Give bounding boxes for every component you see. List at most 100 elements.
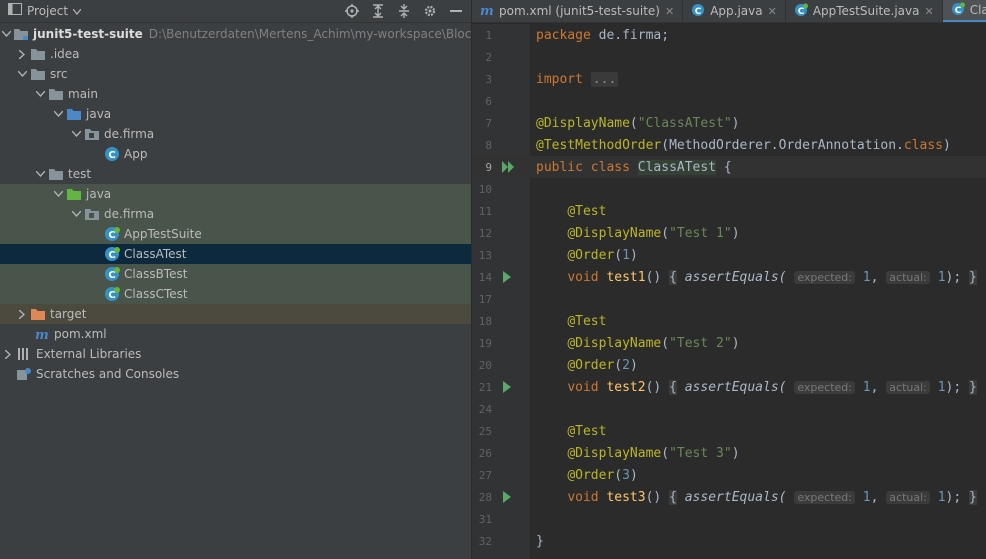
tab-apptestsuite-java[interactable]: C AppTestSuite.java ✕	[786, 0, 943, 22]
code-line: 12 @DisplayName("Test 1")	[472, 222, 986, 244]
tree-item-label: junit5-test-suite	[33, 27, 143, 41]
run-all-tests-icon[interactable]	[502, 161, 516, 177]
excluded-folder-icon	[30, 306, 46, 322]
chevron-down-icon[interactable]	[52, 188, 64, 200]
tree-item-pom[interactable]: m pom.xml	[0, 324, 471, 344]
code-line: 8 @TestMethodOrder(MethodOrderer.OrderAn…	[472, 134, 986, 156]
tree-item-test-java[interactable]: java	[0, 184, 471, 204]
code-editor[interactable]: 1 package de.firma; 2 3 import ... 6 7 @…	[472, 24, 986, 552]
tree-item-classbtest[interactable]: C ClassBTest	[0, 264, 471, 284]
code-line: 11 @Test	[472, 200, 986, 222]
line-number: 20	[478, 358, 492, 372]
editor-tabs: m pom.xml (junit5-test-suite) ✕ C App.ja…	[472, 0, 986, 23]
tree-item-label: target	[50, 307, 87, 321]
chevron-right-icon[interactable]	[16, 308, 28, 320]
line-number: 18	[478, 314, 492, 328]
collapse-all-icon[interactable]	[395, 2, 413, 20]
code-line: 1 package de.firma;	[472, 24, 986, 46]
code-line: 24	[472, 398, 986, 420]
line-number: 14	[478, 270, 492, 284]
code-line: 7 @DisplayName("ClassATest")	[472, 112, 986, 134]
tree-item-main-java[interactable]: java	[0, 104, 471, 124]
code-line-current: 9 public class ClassATest {	[472, 156, 986, 178]
code-line: 26 @DisplayName("Test 3")	[472, 442, 986, 464]
tree-item-label: test	[68, 167, 92, 181]
gear-icon[interactable]	[421, 2, 439, 20]
folded-imports[interactable]: ...	[590, 71, 619, 87]
line-number: 17	[478, 292, 492, 306]
tree-item-src[interactable]: src	[0, 64, 471, 84]
line-number: 26	[478, 446, 492, 460]
chevron-right-icon[interactable]	[16, 48, 28, 60]
tree-item-label: de.firma	[104, 127, 155, 141]
tree-item-project-root[interactable]: junit5-test-suite D:\Benutzerdaten\Merte…	[0, 24, 532, 44]
line-number: 21	[478, 380, 492, 394]
package-icon	[84, 206, 100, 222]
line-number: 3	[485, 72, 492, 86]
tab-pom-xml[interactable]: m pom.xml (junit5-test-suite) ✕	[472, 0, 684, 22]
project-icon	[8, 3, 22, 18]
expand-all-icon[interactable]	[369, 2, 387, 20]
code-line: 17	[472, 288, 986, 310]
run-test-icon[interactable]	[502, 271, 512, 287]
line-number: 28	[478, 490, 492, 504]
tree-item-app[interactable]: C App	[0, 144, 471, 164]
code-line: 19 @DisplayName("Test 2")	[472, 332, 986, 354]
chevron-down-icon[interactable]	[34, 88, 46, 100]
maven-icon: m	[34, 326, 50, 342]
tab-app-java[interactable]: C App.java ✕	[683, 0, 786, 22]
tree-item-label: AppTestSuite	[124, 227, 202, 241]
project-view-selector[interactable]: Project	[8, 3, 82, 18]
chevron-down-icon[interactable]	[2, 28, 11, 40]
line-number: 12	[478, 226, 492, 240]
close-icon[interactable]: ✕	[768, 5, 777, 18]
close-icon[interactable]: ✕	[925, 5, 934, 18]
tree-item-scratches[interactable]: Scratches and Consoles	[0, 364, 471, 384]
project-panel: Project junit5-test-suite D:\Benutzerdat…	[0, 0, 532, 559]
chevron-down-icon[interactable]	[70, 128, 82, 140]
line-number: 27	[478, 468, 492, 482]
tree-item-label: java	[86, 107, 112, 121]
chevron-down-icon[interactable]	[70, 208, 82, 220]
hide-panel-icon[interactable]	[447, 2, 465, 20]
run-test-icon[interactable]	[502, 491, 512, 507]
tree-item-main[interactable]: main	[0, 84, 471, 104]
tree-item-target[interactable]: target	[0, 304, 471, 324]
run-test-icon[interactable]	[502, 381, 512, 397]
line-number: 32	[478, 534, 492, 548]
tree-item-label: ClassATest	[124, 247, 187, 261]
tree-item-main-package[interactable]: de.firma	[0, 124, 471, 144]
chevron-down-icon[interactable]	[16, 68, 28, 80]
line-number: 9	[485, 160, 492, 174]
test-class-icon: C	[104, 226, 120, 242]
line-number: 31	[478, 512, 492, 526]
tree-item-label: ClassBTest	[124, 267, 188, 281]
chevron-right-icon[interactable]	[2, 348, 14, 360]
svg-text:C: C	[695, 7, 702, 17]
tree-item-apptestsuite[interactable]: C AppTestSuite	[0, 224, 471, 244]
code-line: 21 void test2() { assertEquals( expected…	[472, 376, 986, 398]
code-line: 28 void test3() { assertEquals( expected…	[472, 486, 986, 508]
line-number: 13	[478, 248, 492, 262]
tree-item-test[interactable]: test	[0, 164, 471, 184]
code-line: 10	[472, 178, 986, 200]
code-line: 14 void test1() { assertEquals( expected…	[472, 266, 986, 288]
code-line: 3 import ...	[472, 68, 986, 90]
line-number: 10	[478, 182, 492, 196]
chevron-down-icon[interactable]	[52, 108, 64, 120]
line-number: 8	[485, 138, 492, 152]
svg-text:C: C	[798, 7, 805, 17]
tree-item-test-package[interactable]: de.firma	[0, 204, 471, 224]
tab-classatest[interactable]: C ClassATest	[942, 0, 986, 22]
tree-item-label: de.firma	[104, 207, 155, 221]
locate-icon[interactable]	[343, 2, 361, 20]
tree-item-idea[interactable]: .idea	[0, 44, 471, 64]
tree-item-label: src	[50, 67, 68, 81]
tree-item-label: .idea	[50, 47, 80, 61]
source-folder-icon	[66, 106, 82, 122]
tree-item-external-libraries[interactable]: External Libraries	[0, 344, 471, 364]
close-icon[interactable]: ✕	[665, 5, 674, 18]
chevron-down-icon[interactable]	[34, 168, 46, 180]
tree-item-classatest[interactable]: C ClassATest	[0, 244, 471, 264]
tree-item-classctest[interactable]: C ClassCTest	[0, 284, 471, 304]
